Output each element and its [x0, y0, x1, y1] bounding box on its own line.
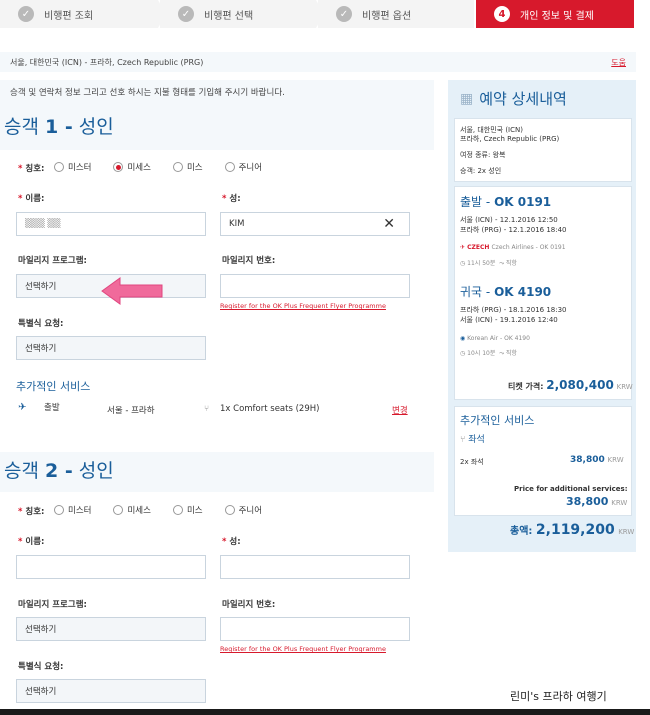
inbound-airline: ◉ Korean Air - OK 4190 [460, 335, 530, 342]
service-direction: 출발 [44, 403, 60, 413]
first-name-input-2[interactable] [16, 555, 206, 579]
sidebar-services-title: 추가적인 서비스 [460, 414, 535, 427]
form-instruction: 승객 및 연락처 정보 그리고 선호 하시는 지불 형태를 기입해 주시기 바랍… [10, 88, 285, 98]
route-text: 서울, 대한민국 (ICN) - 프라하, Czech Republic (PR… [10, 57, 204, 67]
extra-services-title: 추가적인 서비스 [16, 380, 91, 393]
special-meal-select-2[interactable]: 선택하기 [16, 679, 206, 703]
seat-count: 2x 좌석 [460, 458, 484, 466]
summary-origin: 서울, 대한민국 (ICN) [460, 126, 523, 134]
seat-service-label: ⑂ 좌석 [460, 435, 485, 445]
step-label: 비행편 조회 [44, 10, 94, 22]
additional-services-price: 38,800 KRW [566, 495, 628, 508]
mileage-program-label-2: 마일리지 프로그램: [18, 600, 87, 610]
sidebar-title: ▦ 예약 상세내역 [460, 90, 567, 108]
outbound-arrival: 프라하 (PRG) - 12.1.2016 18:40 [460, 226, 567, 234]
outbound-departure: 서울 (ICN) - 12.1.2016 12:50 [460, 216, 558, 224]
last-name-label: * 성: [222, 194, 241, 204]
mileage-program-select-2[interactable]: 선택하기 [16, 617, 206, 641]
mileage-number-input-2[interactable] [220, 617, 410, 641]
title-radio-ms[interactable] [172, 162, 183, 172]
first-name-input[interactable]: ▒▒▒ ▒▒ [16, 212, 206, 236]
first-name-label-2: * 이름: [18, 537, 45, 547]
title-radio-mr[interactable] [54, 162, 64, 172]
step-label: 개인 정보 및 결제 [520, 10, 594, 22]
title-radio-junior-2[interactable] [224, 505, 235, 515]
title-radio-mrs[interactable] [113, 162, 124, 172]
special-meal-label: 특별식 요청: [18, 319, 64, 329]
route-bar: 서울, 대한민국 (ICN) - 프라하, Czech Republic (PR… [0, 52, 636, 72]
first-name-label: * 이름: [18, 194, 45, 204]
inbound-heading: 귀국 - OK 4190 [460, 285, 552, 299]
passenger-2-heading: 승객 2 - 성인 [4, 460, 114, 482]
title-radio-junior[interactable] [224, 162, 235, 172]
step-flight-options[interactable]: ✓ 비행편 옵션 [318, 0, 476, 28]
title-radio-ms-2[interactable] [172, 505, 183, 515]
last-name-label-2: * 성: [222, 537, 241, 547]
ok-plus-register-link[interactable]: Register for the OK Plus Frequent Flyer … [220, 302, 386, 310]
title-radio-mr-2[interactable] [54, 505, 64, 515]
outbound-duration: ◷ 11시 50분 ⤳ 직항 [460, 260, 517, 267]
step-label: 비행편 선택 [204, 10, 254, 22]
step-flight-select[interactable]: ✓ 비행편 선택 [160, 0, 324, 28]
extra-service-row: ✈ 출발 서울 - 프라하 ⑂ 1x Comfort seats (29H) 변… [18, 402, 418, 418]
ok-plus-register-link-2[interactable]: Register for the OK Plus Frequent Flyer … [220, 645, 386, 653]
title-radio-mrs-2[interactable] [113, 505, 124, 515]
additional-services-label: Price for additional services: [514, 485, 628, 493]
booking-progress-steps: ✓ 비행편 조회 ✓ 비행편 선택 ✓ 비행편 옵션 4 개인 정보 및 결제 [0, 0, 650, 28]
annotation-arrow-icon [101, 277, 163, 305]
mileage-number-label-2: 마일리지 번호: [222, 600, 276, 610]
title-radio-group-2: 미스터 미세스 미스 주니어 [44, 504, 262, 516]
blog-watermark: 린미's 프라하 여행기 [510, 690, 607, 703]
service-route: 서울 - 프라하 [107, 406, 155, 416]
service-change-link[interactable]: 변경 [392, 404, 408, 416]
outbound-airline: ✈ CZECH Czech Airlines - OK 0191 [460, 244, 566, 251]
summary-passengers: 승객: 2x 성인 [460, 167, 502, 175]
mileage-number-label: 마일리지 번호: [222, 256, 276, 266]
clear-icon[interactable]: ✕ [383, 216, 395, 232]
last-name-input-2[interactable] [220, 555, 410, 579]
mileage-program-label: 마일리지 프로그램: [18, 256, 87, 266]
czech-airlines-logo-icon: ✈ CZECH [460, 244, 492, 251]
inbound-arrival: 서울 (ICN) - 19.1.2016 12:40 [460, 316, 558, 324]
plane-departure-icon: ✈ [18, 402, 27, 413]
last-name-input[interactable]: KIM ✕ [220, 212, 410, 236]
step-label: 비행편 옵션 [362, 10, 412, 22]
step-number: 4 [494, 6, 510, 22]
seat-price: 38,800 KRW [570, 455, 624, 465]
calendar-icon: ▦ [460, 90, 474, 107]
check-icon: ✓ [18, 6, 34, 22]
inbound-duration: ◷ 10시 10분 ⤳ 직항 [460, 350, 517, 357]
mileage-number-input[interactable] [220, 274, 410, 298]
help-link[interactable]: 도움 [611, 57, 626, 68]
summary-trip-type: 여정 종류: 왕복 [460, 151, 506, 159]
seat-icon: ⑂ [204, 404, 210, 414]
step-flight-search[interactable]: ✓ 비행편 조회 [0, 0, 166, 28]
total-price: 총액: 2,119,200 KRW [510, 522, 635, 538]
ticket-price: 티켓 가격: 2,080,400 KRW [508, 378, 633, 392]
check-icon: ✓ [336, 6, 352, 22]
special-meal-select[interactable]: 선택하기 [16, 336, 206, 360]
summary-destination: 프라하, Czech Republic (PRG) [460, 135, 560, 143]
inbound-departure: 프라하 (PRG) - 18.1.2016 18:30 [460, 306, 567, 314]
passenger-1-heading: 승객 1 - 성인 [4, 116, 114, 138]
special-meal-label-2: 특별식 요청: [18, 662, 64, 672]
bottom-bar [0, 709, 650, 715]
check-icon: ✓ [178, 6, 194, 22]
service-item: 1x Comfort seats (29H) [220, 404, 320, 414]
title-label-2: * 칭호: [18, 507, 45, 517]
outbound-heading: 출발 - OK 0191 [460, 195, 552, 209]
title-label: * 칭호: [18, 164, 45, 174]
step-personal-info-payment: 4 개인 정보 및 결제 [476, 0, 636, 28]
title-radio-group: 미스터 미세스 미스 주니어 [44, 161, 262, 173]
